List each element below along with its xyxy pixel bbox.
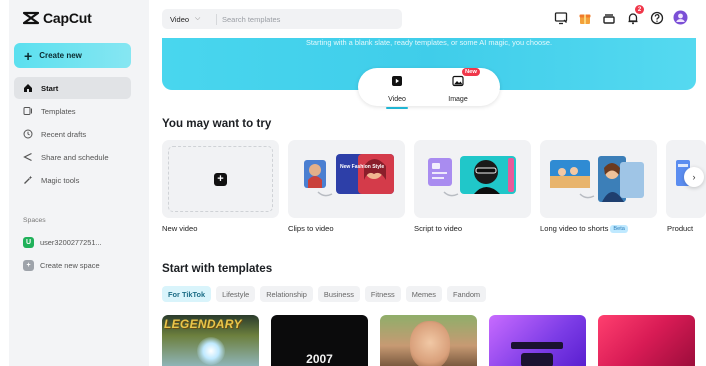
sidebar: CapCut + Create new Start Templates Rece… (9, 0, 149, 366)
card-label: Long video to shorts Beta (540, 224, 628, 233)
sidebar-item-recent-drafts[interactable]: Recent drafts (14, 123, 131, 145)
capcut-logo-icon (23, 11, 39, 25)
card-script-to-video[interactable] (414, 140, 531, 218)
layers-icon[interactable] (601, 10, 616, 25)
search-type-select[interactable]: Video ⌵ (162, 15, 216, 24)
hero-subtitle: Starting with a blank slate, ready templ… (305, 38, 553, 47)
sidebar-item-label: Recent drafts (41, 129, 87, 139)
capcut-logo[interactable]: CapCut (23, 10, 92, 26)
tab-image[interactable]: New Image (433, 68, 483, 103)
image-icon (452, 75, 464, 87)
card-label: Product (667, 224, 694, 233)
create-new-button[interactable]: + Create new (14, 43, 131, 68)
script-to-video-illustration (428, 156, 516, 197)
create-new-space-label: Create new space (40, 260, 100, 270)
thumb-glow (197, 337, 225, 365)
tab-relationship[interactable]: Relationship (260, 286, 313, 302)
card-label: Script to video (414, 224, 463, 233)
active-tab-indicator (386, 107, 408, 109)
screen-cast-icon[interactable] (553, 10, 568, 25)
section-title-templates: Start with templates (162, 262, 273, 275)
beta-badge: Beta (610, 225, 628, 233)
sidebar-item-label: Start (41, 83, 59, 93)
chevron-right-icon: › (692, 172, 696, 182)
sidebar-nav: Start Templates Recent drafts Share and … (14, 77, 131, 192)
create-new-label: Create new (39, 51, 82, 60)
card-label: New video (162, 224, 198, 233)
clips-to-video-illustration: New Fashion Style (304, 154, 394, 197)
card-label: Clips to video (288, 224, 334, 233)
carousel-next-button[interactable]: › (684, 167, 704, 187)
thumb-shape (511, 342, 563, 349)
thumb-shape (521, 353, 553, 366)
home-icon (23, 83, 33, 93)
plus-icon: + (214, 172, 227, 186)
tab-image-label: Image (448, 96, 468, 103)
space-avatar: U (23, 236, 34, 248)
chevron-down-icon: ⌵ (195, 15, 201, 22)
sidebar-item-start[interactable]: Start (14, 77, 131, 99)
app-name: CapCut (43, 10, 92, 26)
sidebar-item-share-and-schedule[interactable]: Share and schedule (14, 146, 131, 168)
top-toolbar: 2 (553, 5, 688, 25)
magic-wand-icon (23, 175, 33, 185)
space-item-user[interactable]: U user3200277251... (23, 235, 102, 249)
card-new-video[interactable]: + (162, 140, 279, 218)
tab-memes[interactable]: Memes (405, 286, 442, 302)
template-thumb[interactable] (489, 315, 586, 366)
help-icon[interactable] (649, 10, 664, 25)
tab-fandom[interactable]: Fandom (446, 286, 487, 302)
tab-for-tiktok[interactable]: For TikTok (162, 286, 212, 302)
tab-fitness[interactable]: Fitness (364, 286, 401, 302)
space-name: user3200277251... (40, 237, 102, 247)
gift-icon[interactable] (577, 10, 592, 25)
user-avatar[interactable] (673, 10, 688, 25)
thumb-text: New Fashion Style (340, 164, 384, 170)
sidebar-item-magic-tools[interactable]: Magic tools (14, 169, 131, 191)
sidebar-item-label: Share and schedule (41, 152, 109, 162)
template-thumb[interactable] (598, 315, 695, 366)
templates-icon (23, 106, 33, 116)
section-title-try: You may want to try (162, 117, 272, 130)
thumb-text: LEGENDARY (164, 317, 242, 331)
share-icon (23, 152, 33, 162)
tab-business[interactable]: Business (317, 286, 360, 302)
card-long-video-to-shorts[interactable] (540, 140, 657, 218)
new-tag: New (462, 68, 480, 76)
spaces-heading: Spaces (23, 217, 46, 224)
template-category-tabs: For TikTok Lifestyle Relationship Busine… (162, 286, 487, 302)
card-clips-to-video[interactable]: New Fashion Style (288, 140, 405, 218)
template-thumb[interactable]: LEGENDARY (162, 315, 259, 366)
notification-badge: 2 (635, 5, 644, 14)
search-input[interactable] (217, 14, 387, 24)
long-video-to-shorts-illustration (550, 156, 644, 202)
sidebar-item-label: Templates (41, 106, 76, 116)
search-type-value: Video (170, 14, 190, 24)
new-video-dropzone: + (168, 146, 273, 212)
plus-icon: + (23, 259, 34, 271)
card-label-text: Long video to shorts (540, 224, 609, 233)
tab-video-label: Video (388, 96, 406, 103)
plus-icon: + (24, 47, 33, 64)
clock-icon (23, 129, 33, 139)
thumb-portrait (410, 321, 450, 366)
thumb-text: 2007 (306, 352, 333, 366)
template-thumb[interactable] (380, 315, 477, 366)
template-thumb[interactable]: 2007 (271, 315, 368, 366)
media-type-switcher: Video New Image (358, 68, 500, 109)
sidebar-item-label: Magic tools (41, 175, 80, 185)
create-new-space-button[interactable]: + Create new space (23, 258, 100, 272)
sidebar-item-templates[interactable]: Templates (14, 100, 131, 122)
video-icon (392, 76, 402, 86)
search-bar: Video ⌵ (162, 9, 402, 29)
tab-video[interactable]: Video (372, 74, 422, 109)
tab-lifestyle[interactable]: Lifestyle (216, 286, 256, 302)
notification-bell-icon[interactable]: 2 (625, 5, 644, 25)
